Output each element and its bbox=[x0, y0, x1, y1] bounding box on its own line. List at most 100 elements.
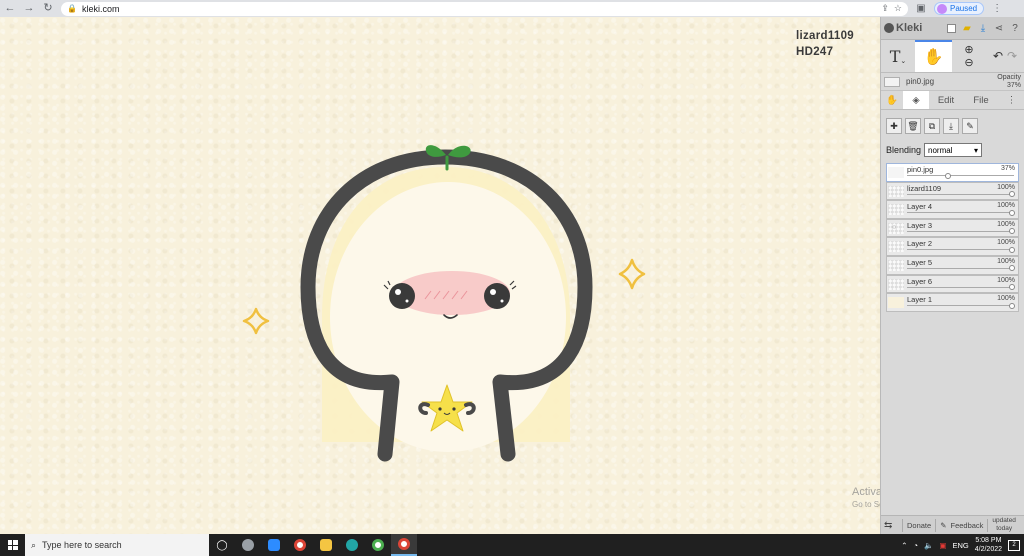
browser-toolbar: ← → ↻ 🔒 kleki.com ⇪ ☆ ▣ Paused ⋮ bbox=[0, 0, 1024, 17]
feedback-icon: ✎ bbox=[940, 520, 947, 530]
windows-taskbar: ⌕ Type here to search ◯ ⌃ ◔ 🔈 ▣ ENG 5:08… bbox=[0, 534, 1024, 556]
layer-opacity-handle[interactable] bbox=[1009, 246, 1015, 253]
network-icon[interactable]: ◔ bbox=[914, 541, 919, 550]
layer-thumbnail bbox=[888, 185, 904, 197]
bookmark-star-icon[interactable]: ☆ bbox=[894, 3, 902, 14]
kleki-logo[interactable]: Kleki bbox=[884, 22, 922, 34]
desktop: ← → ↻ 🔒 kleki.com ⇪ ☆ ▣ Paused ⋮ lizard1… bbox=[0, 0, 1024, 556]
back-icon[interactable]: ← bbox=[4, 3, 16, 15]
layer-name: Layer 2 bbox=[907, 239, 933, 249]
side-panel-icon[interactable]: ▣ bbox=[915, 3, 927, 14]
updated-badge[interactable]: updated today bbox=[992, 517, 1016, 533]
zoom-out-icon[interactable]: ⊖ bbox=[964, 56, 973, 69]
donate-link[interactable]: Donate bbox=[907, 521, 931, 530]
open-folder-icon[interactable]: ▰ bbox=[961, 22, 973, 34]
taskbar-app-edge[interactable] bbox=[339, 534, 365, 556]
layer-row[interactable]: ◌ Layer 3 100% bbox=[886, 218, 1019, 238]
tab-layers[interactable]: ◈ bbox=[903, 91, 929, 109]
layer-opacity-handle[interactable] bbox=[1009, 191, 1015, 198]
merge-down-button[interactable]: ⤓ bbox=[943, 118, 959, 134]
text-tool-button[interactable]: T ⌄ bbox=[881, 40, 915, 72]
clock[interactable]: 5:08 PM 4/2/2022 bbox=[975, 536, 1002, 554]
taskbar-search[interactable]: ⌕ Type here to search bbox=[25, 534, 209, 556]
new-image-icon[interactable] bbox=[945, 22, 957, 34]
start-button[interactable] bbox=[0, 534, 25, 556]
duplicate-layer-button[interactable]: ⧉ bbox=[924, 118, 940, 134]
layer-opacity-slider[interactable] bbox=[907, 286, 1014, 288]
redo-icon[interactable]: ↷ bbox=[1007, 49, 1017, 63]
tab-hand[interactable]: ✋ bbox=[881, 91, 903, 109]
hidden-eye-icon[interactable]: ◌ bbox=[892, 224, 896, 231]
drawing-canvas[interactable]: lizard1109 HD247 Activate Windows Go to … bbox=[0, 17, 880, 534]
language-indicator[interactable]: ENG bbox=[952, 541, 968, 550]
forward-icon[interactable]: → bbox=[23, 3, 35, 15]
layer-opacity-handle[interactable] bbox=[1009, 265, 1015, 272]
search-icon: ⌕ bbox=[31, 539, 37, 550]
layer-row[interactable]: lizard1109 100% bbox=[886, 181, 1019, 201]
chrome-icon bbox=[372, 539, 384, 551]
folder-icon bbox=[320, 539, 332, 551]
delete-layer-button[interactable]: 🗑 bbox=[905, 118, 921, 134]
taskbar-app-chrome[interactable] bbox=[365, 534, 391, 556]
blending-select[interactable]: normal ▾ bbox=[924, 143, 983, 157]
notification-center-button[interactable]: 2 bbox=[1008, 539, 1020, 551]
undo-icon[interactable]: ↶ bbox=[993, 49, 1003, 63]
hand-tool-button[interactable]: ✋ bbox=[915, 40, 952, 72]
add-layer-button[interactable]: ✚ bbox=[886, 118, 902, 134]
layer-opacity-handle[interactable] bbox=[1009, 209, 1015, 216]
tab-edit[interactable]: Edit bbox=[929, 91, 963, 109]
task-view-button[interactable]: ◯ bbox=[209, 534, 235, 556]
layer-opacity-handle[interactable] bbox=[1009, 228, 1015, 235]
layer-opacity-slider[interactable] bbox=[907, 249, 1014, 251]
taskbar-app-file-explorer[interactable] bbox=[313, 534, 339, 556]
help-icon[interactable]: ? bbox=[1009, 22, 1021, 34]
swap-side-icon[interactable]: ⇆ bbox=[884, 520, 898, 531]
layer-opacity-slider[interactable] bbox=[907, 230, 1014, 232]
share-icon[interactable]: ⋖ bbox=[993, 22, 1005, 34]
layer-opacity-slider[interactable] bbox=[907, 193, 1014, 195]
taskbar-app-zoom[interactable] bbox=[261, 534, 287, 556]
edge-icon bbox=[346, 539, 358, 551]
reload-icon[interactable]: ↻ bbox=[42, 3, 54, 15]
layer-opacity-handle[interactable] bbox=[1009, 302, 1015, 309]
feedback-link[interactable]: Feedback bbox=[950, 521, 983, 530]
volume-icon[interactable]: 🔈 bbox=[924, 541, 933, 550]
taskbar-app-chrome-active[interactable] bbox=[391, 534, 417, 556]
url-text: kleki.com bbox=[81, 3, 120, 14]
zoom-controls: ⊕ ⊖ bbox=[952, 40, 986, 72]
taskbar-app-chrome-red[interactable] bbox=[287, 534, 313, 556]
save-download-icon[interactable]: ⤓ bbox=[977, 22, 989, 34]
layers-icon: ◈ bbox=[912, 94, 920, 106]
layer-opacity-slider[interactable] bbox=[907, 175, 1014, 176]
layer-opacity-handle[interactable] bbox=[1009, 284, 1015, 291]
layer-row[interactable]: pin0.jpg 37% bbox=[886, 163, 1019, 182]
chevron-up-icon[interactable]: ⌃ bbox=[901, 541, 907, 550]
share-icon[interactable]: ⇪ bbox=[881, 3, 889, 14]
layer-opacity-handle[interactable] bbox=[944, 172, 951, 179]
layer-opacity-slider[interactable] bbox=[907, 212, 1014, 214]
layer-name: lizard1109 bbox=[907, 183, 942, 193]
layer-thumbnail bbox=[888, 167, 904, 178]
layer-row[interactable]: Layer 2 100% bbox=[886, 237, 1019, 256]
layer-row[interactable]: Layer 1 100% bbox=[886, 293, 1019, 312]
profile-button[interactable]: Paused bbox=[934, 2, 985, 15]
layer-row[interactable]: Layer 4 100% bbox=[886, 200, 1019, 219]
tab-more[interactable]: ⋮ bbox=[999, 91, 1024, 109]
blending-row: Blending normal ▾ bbox=[881, 140, 1024, 160]
antivirus-icon[interactable]: ▣ bbox=[939, 541, 946, 550]
rename-layer-button[interactable]: ✎ bbox=[962, 118, 978, 134]
taskbar-app-photos[interactable] bbox=[235, 534, 261, 556]
layer-thumbnail bbox=[888, 278, 904, 290]
address-bar[interactable]: 🔒 kleki.com ⇪ ☆ bbox=[61, 1, 908, 16]
layer-opacity-slider[interactable] bbox=[907, 267, 1014, 269]
system-tray: ⌃ ◔ 🔈 ▣ ENG 5:08 PM 4/2/2022 2 bbox=[901, 536, 1024, 554]
tab-file[interactable]: File bbox=[963, 91, 999, 109]
layer-opacity: 100% bbox=[997, 257, 1015, 265]
layer-row[interactable]: Layer 6 100% bbox=[886, 274, 1019, 294]
lock-icon: 🔒 bbox=[67, 4, 77, 13]
layer-opacity-slider[interactable] bbox=[907, 305, 1014, 307]
zoom-in-icon[interactable]: ⊕ bbox=[964, 43, 973, 56]
menu-kebab-icon[interactable]: ⋮ bbox=[991, 3, 1003, 14]
current-layer-opacity: Opacity 37% bbox=[997, 73, 1021, 89]
layer-row[interactable]: Layer 5 100% bbox=[886, 255, 1019, 275]
